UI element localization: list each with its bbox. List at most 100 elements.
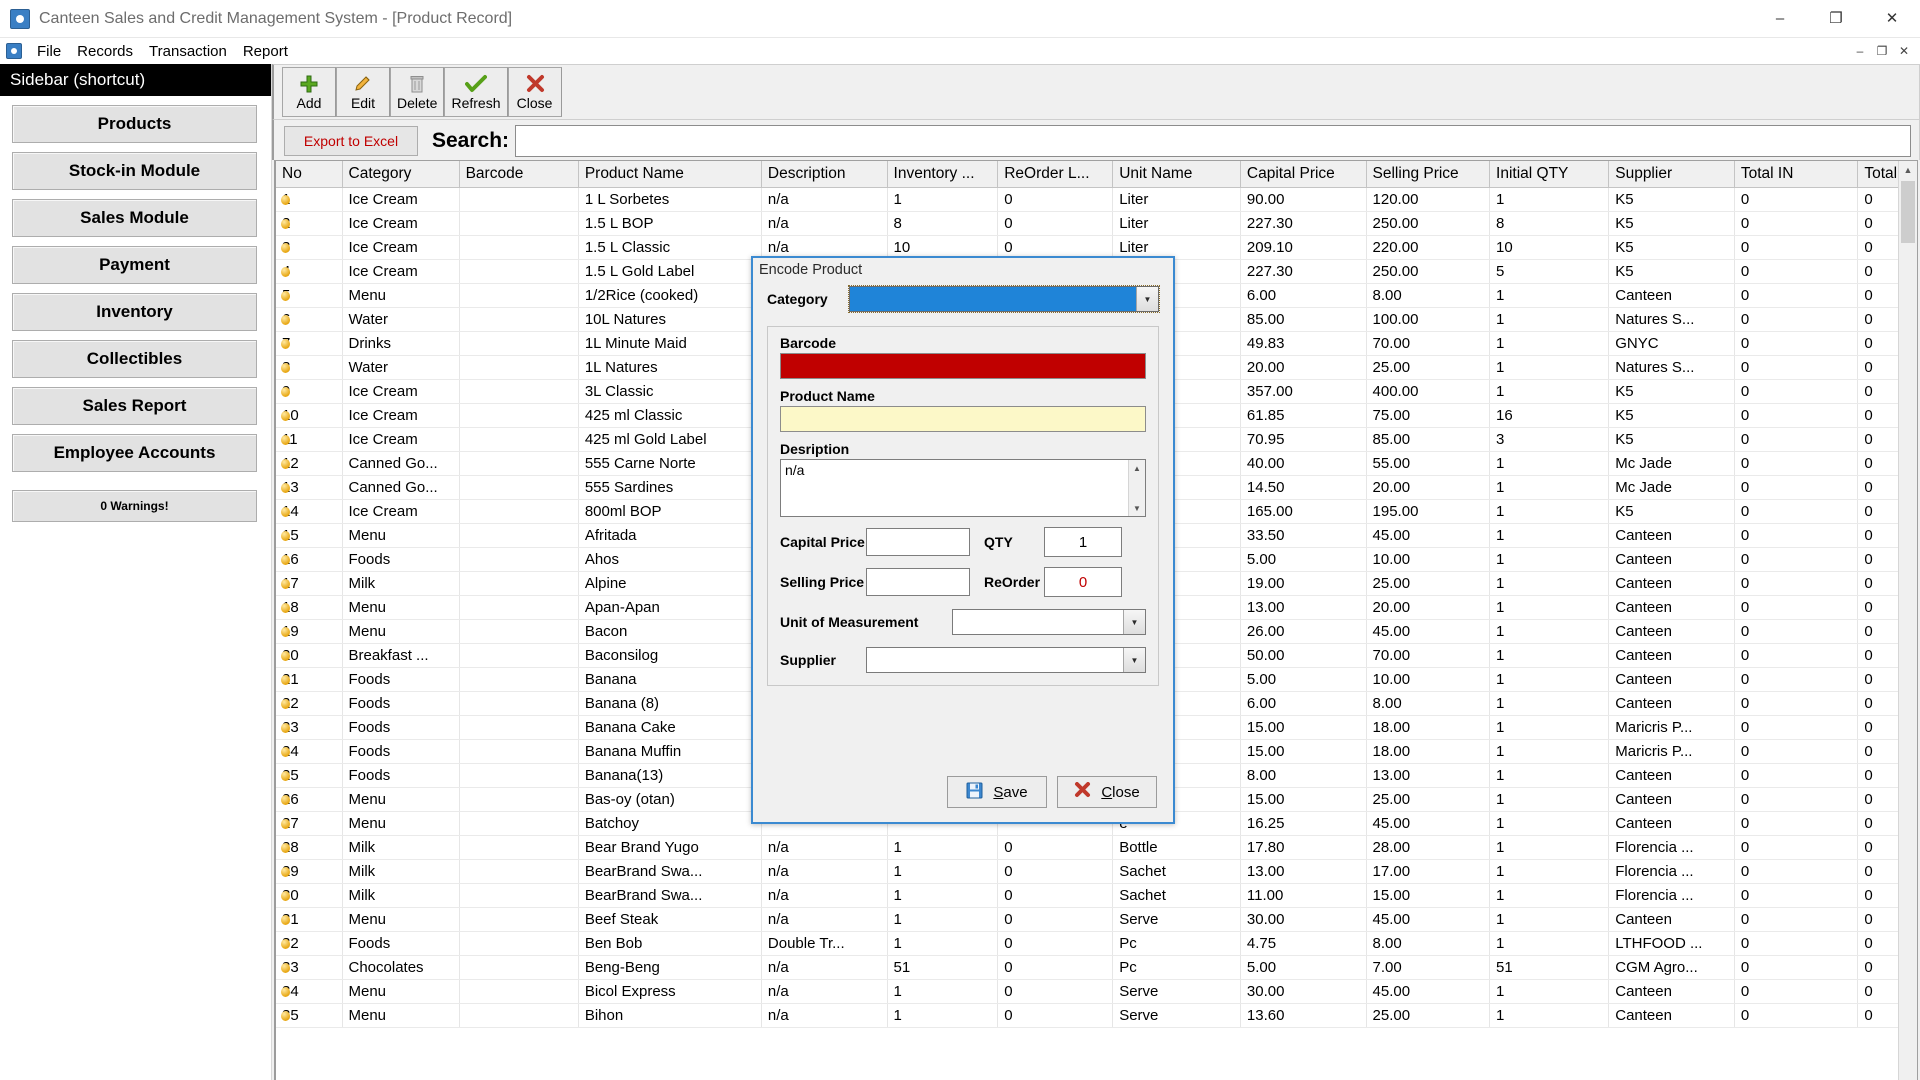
table-row[interactable]: 1 Ice Cream 1 L Sorbetes n/a 1 0 Liter 90.00 120… bbox=[276, 187, 1898, 212]
dialog-close-button[interactable]: Close bbox=[1057, 776, 1157, 808]
cell-barcode bbox=[459, 979, 579, 1004]
column-header-reorder-l[interactable]: ReOrder L... bbox=[997, 161, 1114, 188]
minimize-button[interactable]: – bbox=[1752, 0, 1808, 37]
scroll-up-icon[interactable]: ▲ bbox=[1899, 161, 1917, 179]
table-row[interactable]: 33 Chocolates Beng-Beng n/a 51 0 Pc 5.00 7.00 51 C… bbox=[276, 955, 1898, 980]
edit-button[interactable]: Edit bbox=[336, 67, 390, 117]
qty-field[interactable] bbox=[1044, 527, 1122, 557]
selling-price-field[interactable] bbox=[866, 568, 970, 596]
category-dropdown[interactable]: ▼ bbox=[848, 285, 1160, 313]
column-header-barcode[interactable]: Barcode bbox=[459, 161, 579, 188]
add-button[interactable]: Add bbox=[282, 67, 336, 117]
unit-of-measurement-dropdown[interactable]: ▼ bbox=[952, 609, 1146, 635]
sidebar-item-collectibles[interactable]: Collectibles bbox=[12, 340, 257, 378]
export-to-excel-button[interactable]: Export to Excel bbox=[284, 126, 418, 156]
cell-total: 0 bbox=[1857, 691, 1898, 716]
cell-selling-price: 45.00 bbox=[1366, 907, 1491, 932]
description-scrollbar[interactable]: ▲ ▼ bbox=[1128, 460, 1145, 516]
reorder-field[interactable] bbox=[1044, 567, 1122, 597]
search-input[interactable] bbox=[515, 125, 1911, 157]
description-field[interactable]: n/a bbox=[781, 460, 1128, 516]
cell-barcode bbox=[459, 955, 579, 980]
chevron-down-icon[interactable]: ▼ bbox=[1123, 648, 1145, 672]
chevron-down-icon[interactable]: ▼ bbox=[1136, 287, 1158, 311]
mdi-minimize-button[interactable]: – bbox=[1850, 42, 1870, 60]
cell-category: Milk bbox=[342, 859, 460, 884]
column-header-total[interactable]: Total bbox=[1857, 161, 1898, 188]
table-row[interactable]: 31 Menu Beef Steak n/a 1 0 Serve 30.00 45.00 1 Can… bbox=[276, 907, 1898, 932]
cell-selling-price: 25.00 bbox=[1366, 355, 1491, 380]
toolbar: Add Edit Delete Refresh Close bbox=[272, 64, 1920, 120]
scrollbar-thumb[interactable] bbox=[1901, 181, 1915, 243]
cell-supplier: K5 bbox=[1608, 403, 1735, 428]
column-header-inventory[interactable]: Inventory ... bbox=[887, 161, 999, 188]
sidebar-item-sales-module[interactable]: Sales Module bbox=[12, 199, 257, 237]
row-number-cell: 13 bbox=[276, 475, 343, 500]
barcode-field[interactable] bbox=[780, 353, 1146, 379]
menu-item-records[interactable]: Records bbox=[69, 41, 141, 62]
cell-category: Milk bbox=[342, 571, 460, 596]
sidebar-item-employee-accounts[interactable]: Employee Accounts bbox=[12, 434, 257, 472]
scroll-down-icon[interactable]: ▼ bbox=[1129, 500, 1145, 516]
cell-selling-price: 13.00 bbox=[1366, 763, 1491, 788]
refresh-button[interactable]: Refresh bbox=[444, 67, 508, 117]
menu-item-file[interactable]: File bbox=[29, 41, 69, 62]
menu-item-transaction[interactable]: Transaction bbox=[141, 41, 235, 62]
column-header-description[interactable]: Description bbox=[761, 161, 888, 188]
scrollbar-track[interactable] bbox=[1899, 243, 1917, 1080]
column-header-no[interactable]: No bbox=[276, 161, 343, 188]
column-header-supplier[interactable]: Supplier bbox=[1608, 161, 1735, 188]
grid-vertical-scrollbar[interactable]: ▲ ▼ bbox=[1898, 161, 1917, 1080]
cell-product-name: Bas-oy (otan) bbox=[578, 787, 762, 812]
table-row[interactable]: 32 Foods Ben Bob Double Tr... 1 0 Pc 4.75 8.00 1 L… bbox=[276, 931, 1898, 956]
barcode-label: Barcode bbox=[780, 335, 837, 351]
close-toolbar-button[interactable]: Close bbox=[507, 67, 562, 117]
cell-category: Ice Cream bbox=[342, 259, 460, 284]
supplier-dropdown[interactable]: ▼ bbox=[866, 647, 1146, 673]
column-header-total-in[interactable]: Total IN bbox=[1734, 161, 1859, 188]
supplier-label: Supplier bbox=[780, 652, 837, 668]
cell-barcode bbox=[459, 619, 579, 644]
scroll-up-icon[interactable]: ▲ bbox=[1129, 460, 1145, 476]
sidebar-item-payment[interactable]: Payment bbox=[12, 246, 257, 284]
cell-category: Foods bbox=[342, 547, 460, 572]
row-number-cell: 24 bbox=[276, 739, 343, 764]
menu-item-report[interactable]: Report bbox=[235, 41, 296, 62]
product-name-field[interactable] bbox=[780, 406, 1146, 432]
table-row[interactable]: 29 Milk BearBrand Swa... n/a 1 0 Sachet 13.00 17… bbox=[276, 859, 1898, 884]
cell-initial-qty: 1 bbox=[1489, 883, 1610, 908]
cell-total-in: 0 bbox=[1734, 979, 1859, 1004]
sidebar-warnings-button[interactable]: 0 Warnings! bbox=[12, 490, 257, 522]
table-row[interactable]: 34 Menu Bicol Express n/a 1 0 Serve 30.00 45.00 1… bbox=[276, 979, 1898, 1004]
delete-button[interactable]: Delete bbox=[390, 67, 445, 117]
table-row[interactable]: 30 Milk BearBrand Swa... n/a 1 0 Sachet 11.00 15… bbox=[276, 883, 1898, 908]
cell-selling-price: 7.00 bbox=[1366, 955, 1491, 980]
mdi-restore-button[interactable]: ❐ bbox=[1872, 42, 1892, 60]
cell-barcode bbox=[459, 1003, 579, 1028]
mdi-close-button[interactable]: ✕ bbox=[1894, 42, 1914, 60]
sidebar-item-stock-in-module[interactable]: Stock-in Module bbox=[12, 152, 257, 190]
table-row[interactable]: 28 Milk Bear Brand Yugo n/a 1 0 Bottle 17.80 28.… bbox=[276, 835, 1898, 860]
cell-supplier: Maricris P... bbox=[1608, 715, 1735, 740]
table-row[interactable]: 2 Ice Cream 1.5 L BOP n/a 8 0 Liter 227.30 250.0… bbox=[276, 211, 1898, 236]
close-button[interactable]: ✕ bbox=[1864, 0, 1920, 37]
sidebar-item-inventory[interactable]: Inventory bbox=[12, 293, 257, 331]
sidebar-item-products[interactable]: Products bbox=[12, 105, 257, 143]
sidebar-item-sales-report[interactable]: Sales Report bbox=[12, 387, 257, 425]
search-label: Search: bbox=[432, 129, 510, 152]
cell-supplier: Canteen bbox=[1608, 979, 1735, 1004]
cell-barcode bbox=[459, 715, 579, 740]
column-header-product-name[interactable]: Product Name bbox=[578, 161, 762, 188]
capital-price-field[interactable] bbox=[866, 528, 970, 556]
column-header-selling-price[interactable]: Selling Price bbox=[1366, 161, 1491, 188]
table-row[interactable]: 35 Menu Bihon n/a 1 0 Serve 13.60 25.00 1 Canteen 0… bbox=[276, 1003, 1898, 1028]
column-header-unit-name[interactable]: Unit Name bbox=[1112, 161, 1241, 188]
cell-initial-qty: 1 bbox=[1489, 619, 1610, 644]
column-header-capital-price[interactable]: Capital Price bbox=[1240, 161, 1367, 188]
cell-initial-qty: 1 bbox=[1489, 859, 1610, 884]
chevron-down-icon[interactable]: ▼ bbox=[1123, 610, 1145, 634]
column-header-category[interactable]: Category bbox=[342, 161, 460, 188]
column-header-initial-qty[interactable]: Initial QTY bbox=[1489, 161, 1610, 188]
save-button[interactable]: Save bbox=[947, 776, 1047, 808]
maximize-button[interactable]: ❐ bbox=[1808, 0, 1864, 37]
